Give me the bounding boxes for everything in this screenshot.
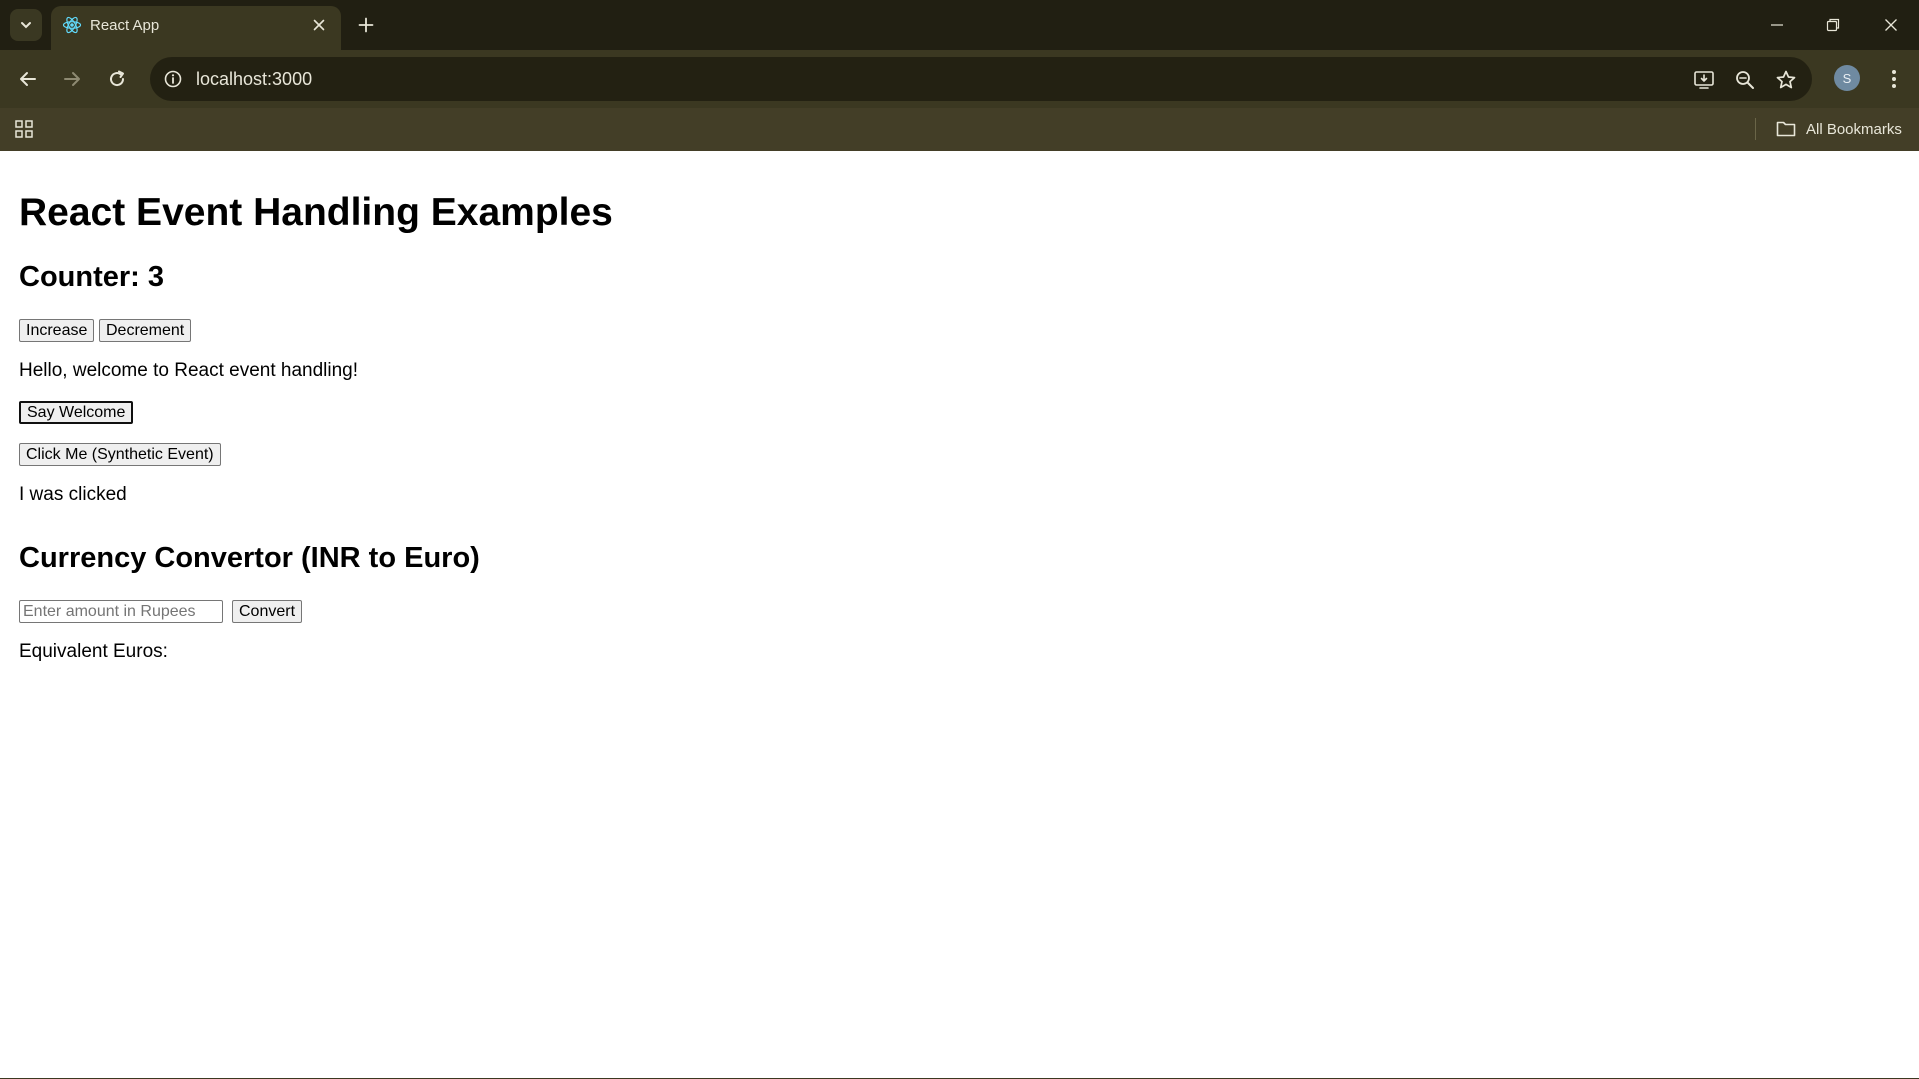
tab-strip: React App	[0, 0, 1919, 50]
rupee-amount-input[interactable]	[19, 600, 223, 623]
counter-heading: Counter: 3	[19, 261, 164, 293]
minimize-icon	[1771, 24, 1783, 26]
arrow-left-icon	[20, 72, 36, 86]
zoom-out-icon	[1736, 71, 1754, 89]
say-welcome-button[interactable]: Say Welcome	[19, 401, 134, 424]
install-icon	[1694, 71, 1714, 89]
tab-title: React App	[90, 17, 160, 34]
reload-icon	[110, 70, 125, 87]
chevron-down-icon	[21, 22, 31, 29]
browser-window: React App localhost:3000 S All Bookmarks…	[0, 0, 1919, 1079]
browser-toolbar: localhost:3000 S	[0, 50, 1919, 108]
tab-close-button[interactable]	[309, 15, 329, 35]
page-title: React Event Handling Examples	[19, 191, 613, 234]
forward-button[interactable]	[55, 62, 89, 96]
bookmarks-bar: All Bookmarks	[0, 108, 1919, 151]
synthetic-event-button[interactable]: Click Me (Synthetic Event)	[19, 443, 221, 466]
site-info-button[interactable]	[160, 66, 186, 92]
clicked-text: I was clicked	[19, 484, 127, 505]
apps-grid-icon	[15, 120, 33, 138]
back-button[interactable]	[11, 62, 45, 96]
folder-icon	[1776, 121, 1796, 137]
convert-button[interactable]: Convert	[232, 600, 303, 623]
new-tab-button[interactable]	[352, 11, 380, 39]
increase-button[interactable]: Increase	[19, 319, 95, 342]
install-app-button[interactable]	[1690, 66, 1718, 94]
star-icon	[1776, 70, 1796, 89]
profile-avatar[interactable]: S	[1834, 65, 1860, 91]
all-bookmarks-label: All Bookmarks	[1806, 120, 1902, 138]
active-tab[interactable]: React App	[51, 6, 341, 50]
welcome-text: Hello, welcome to React event handling!	[19, 360, 359, 381]
arrow-right-icon	[64, 72, 80, 86]
decrement-button[interactable]: Decrement	[99, 319, 192, 342]
close-icon	[1885, 19, 1897, 31]
restore-button[interactable]	[1813, 8, 1853, 42]
all-bookmarks-button[interactable]: All Bookmarks	[1776, 116, 1902, 142]
reload-button[interactable]	[100, 62, 134, 96]
tab-search-button[interactable]	[10, 9, 42, 41]
info-icon	[164, 70, 182, 88]
apps-button[interactable]	[12, 117, 36, 141]
page-content: React Event Handling Examples Counter: 3…	[0, 151, 1919, 1079]
currency-heading: Currency Convertor (INR to Euro)	[19, 542, 480, 574]
react-logo-icon	[62, 16, 82, 34]
plus-icon	[358, 17, 374, 33]
bookmark-star-button[interactable]	[1772, 66, 1800, 94]
browser-menu-button[interactable]	[1877, 62, 1911, 96]
restore-icon	[1826, 18, 1840, 32]
equivalent-euros-text: Equivalent Euros:	[19, 641, 168, 662]
close-window-button[interactable]	[1871, 8, 1911, 42]
minimize-button[interactable]	[1757, 8, 1797, 42]
address-bar[interactable]: localhost:3000	[150, 57, 1812, 101]
url-text[interactable]: localhost:3000	[196, 69, 312, 90]
close-icon	[313, 19, 325, 31]
zoom-button[interactable]	[1731, 66, 1759, 94]
kebab-menu-icon	[1892, 70, 1896, 88]
bookmarks-divider	[1755, 118, 1756, 140]
